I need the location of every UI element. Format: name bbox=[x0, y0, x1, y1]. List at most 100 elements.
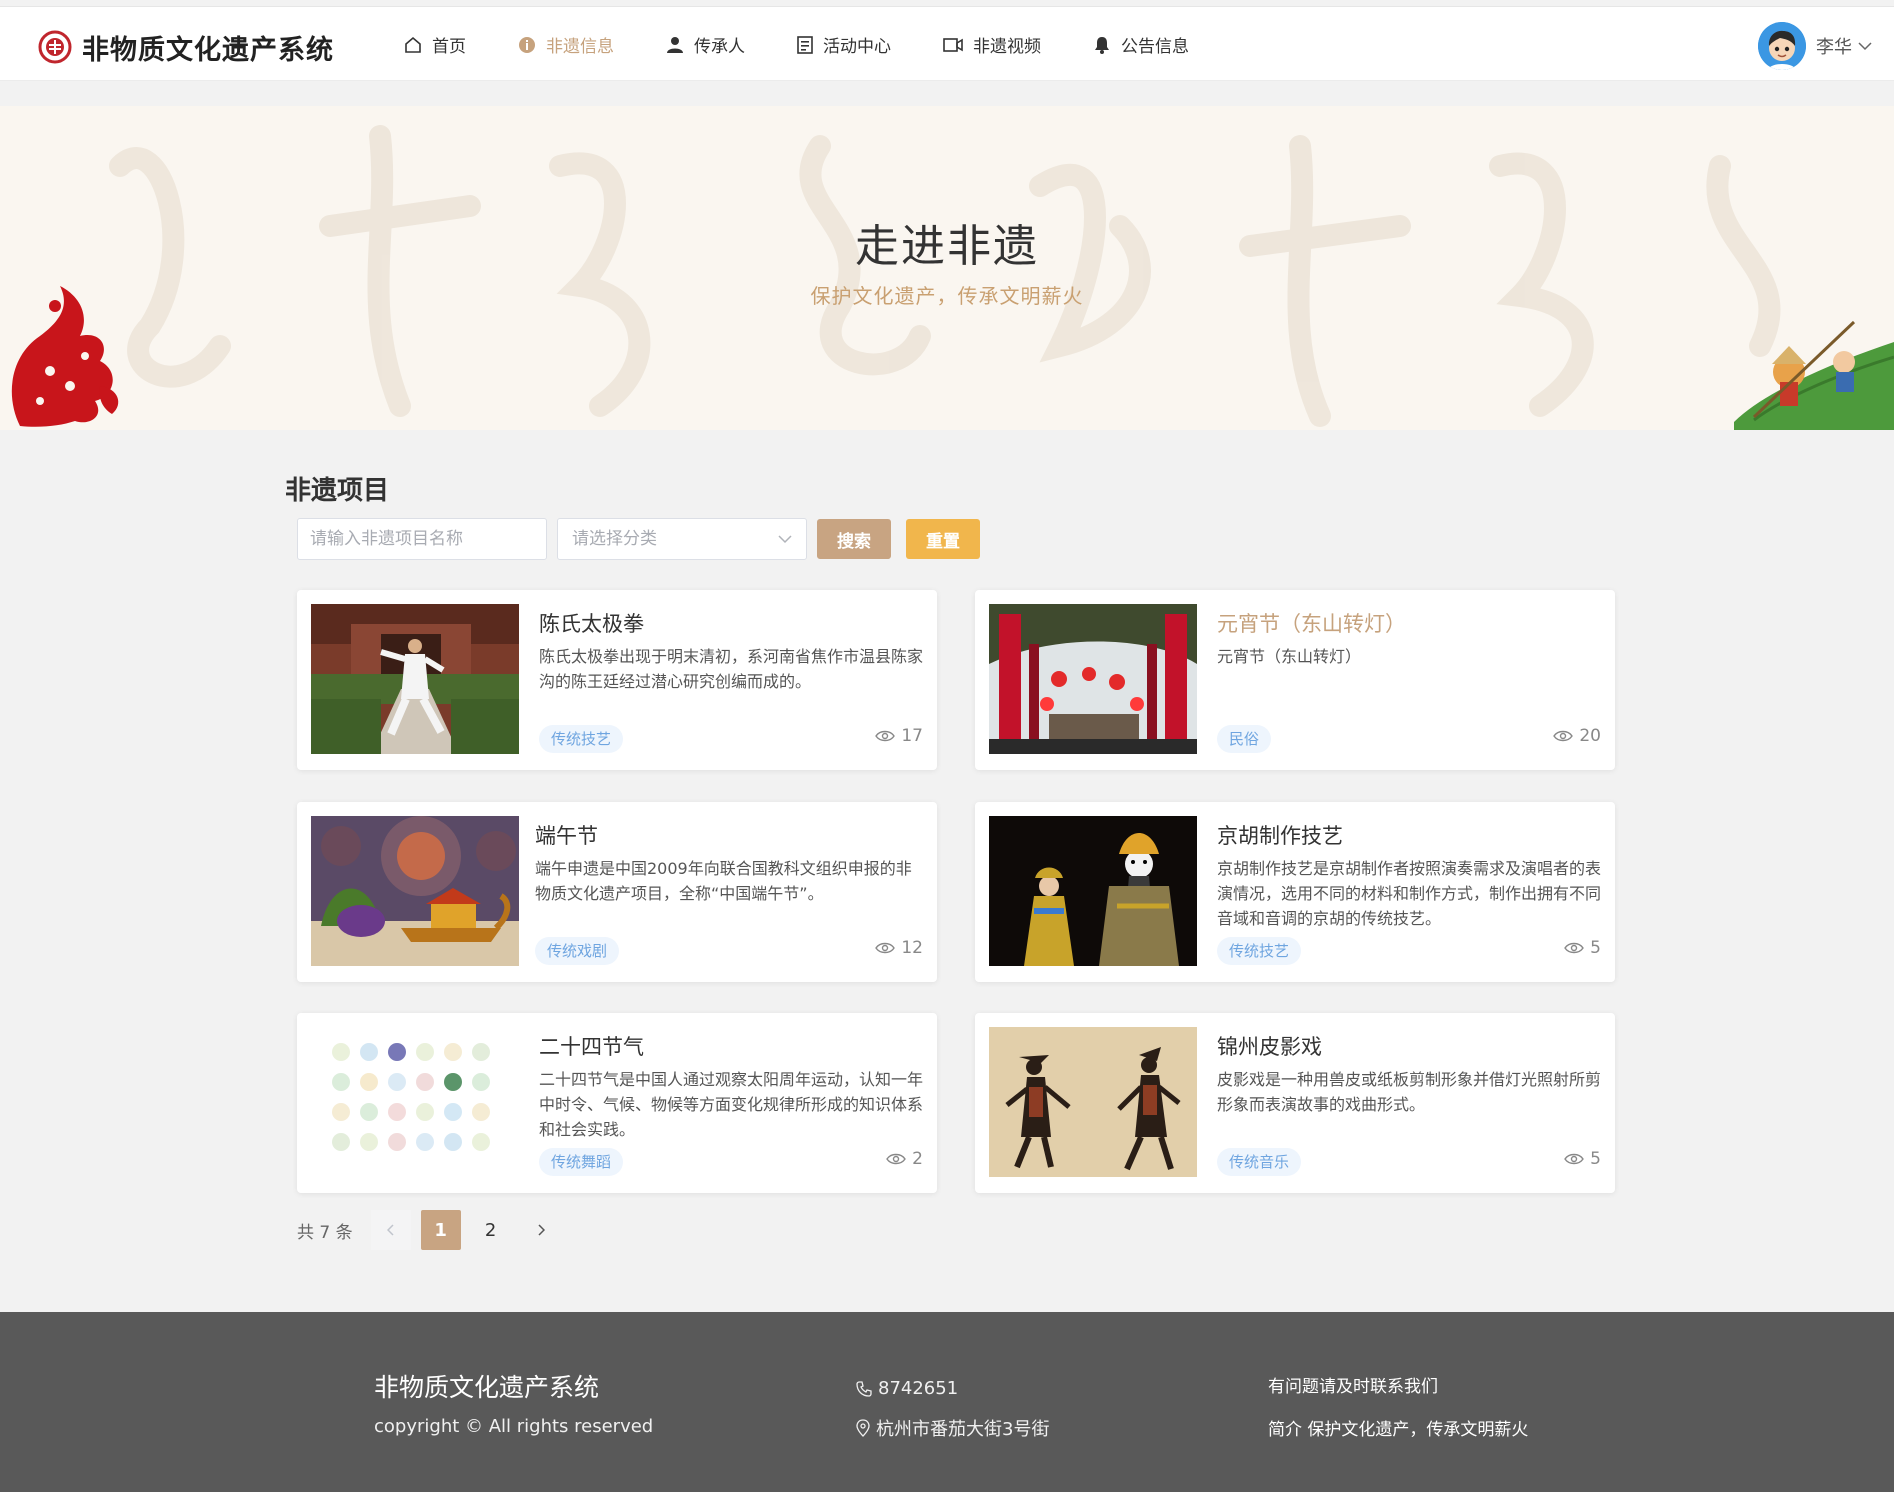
project-card[interactable]: 元宵节（东山转灯） 元宵节（东山转灯） 民俗 20 bbox=[975, 590, 1615, 770]
chevron-right-icon bbox=[538, 1224, 545, 1236]
view-count-value: 2 bbox=[912, 1149, 923, 1169]
project-card[interactable]: 锦州皮影戏 皮影戏是一种用兽皮或纸板剪制形象并借灯光照射所剪形象而表演故事的戏曲… bbox=[975, 1013, 1615, 1193]
bell-icon bbox=[1095, 36, 1109, 54]
footer-address-row: 杭州市番茄大街3号街 bbox=[856, 1415, 1049, 1441]
project-title[interactable]: 元宵节（东山转灯） bbox=[1217, 608, 1406, 638]
view-count: 5 bbox=[1564, 1149, 1601, 1169]
main-nav: 首页 非遗信息 传承人 活动中心 非遗视频 公告信息 bbox=[404, 7, 1241, 82]
page-number-2[interactable]: 2 bbox=[471, 1210, 511, 1250]
category-tag: 传统技艺 bbox=[1217, 937, 1302, 965]
view-count-value: 12 bbox=[901, 938, 923, 958]
project-thumbnail-taichi[interactable] bbox=[311, 604, 519, 754]
location-icon bbox=[856, 1419, 870, 1437]
project-title[interactable]: 端午节 bbox=[535, 820, 598, 850]
app-logo[interactable]: 非物质文化遗产系统 bbox=[38, 27, 334, 67]
footer-phone: 8742651 bbox=[878, 1378, 959, 1399]
project-card[interactable]: 端午节 端午申遗是中国2009年向联合国教科文组织申报的非物质文化遗产项目，全称… bbox=[297, 802, 937, 982]
dragon-boat-icon bbox=[1734, 320, 1894, 430]
footer-copyright: copyright © All rights reserved bbox=[374, 1416, 654, 1437]
pagination: 共 7 条 1 2 bbox=[297, 1210, 571, 1250]
top-navbar: 非物质文化遗产系统 首页 非遗信息 传承人 活动中心 非遗视频 公告信息 李华 bbox=[0, 6, 1894, 81]
footer-about: 有问题请及时联系我们 简介 保护文化遗产，传承文明薪火 bbox=[1268, 1372, 1528, 1440]
project-thumbnail-dragon-boat[interactable] bbox=[311, 816, 519, 966]
eye-icon bbox=[1553, 730, 1574, 742]
info-icon bbox=[519, 36, 535, 53]
document-icon bbox=[797, 35, 813, 54]
nav-label-info: 非遗信息 bbox=[546, 37, 614, 57]
view-count-value: 5 bbox=[1590, 1149, 1601, 1169]
eye-icon bbox=[875, 730, 896, 742]
nav-item-inheritor[interactable]: 传承人 bbox=[666, 32, 745, 57]
section-title: 非遗项目 bbox=[285, 476, 390, 506]
chevron-down-icon bbox=[1858, 42, 1872, 51]
footer-intro: 简介 保护文化遗产，传承文明薪火 bbox=[1268, 1420, 1529, 1440]
view-count-value: 20 bbox=[1579, 726, 1601, 746]
project-title[interactable]: 锦州皮影戏 bbox=[1217, 1031, 1322, 1061]
eye-icon bbox=[886, 1153, 907, 1165]
category-select[interactable]: 请选择分类 bbox=[557, 518, 807, 560]
footer-address: 杭州市番茄大街3号街 bbox=[876, 1419, 1050, 1440]
view-count: 12 bbox=[875, 938, 923, 958]
user-icon bbox=[667, 36, 683, 53]
project-description: 元宵节（东山转灯） bbox=[1217, 647, 1362, 666]
page-number-1[interactable]: 1 bbox=[420, 1210, 461, 1250]
nav-item-activity[interactable]: 活动中心 bbox=[797, 32, 891, 57]
eye-icon bbox=[875, 942, 896, 954]
view-count: 2 bbox=[886, 1149, 923, 1169]
nav-label-notice: 公告信息 bbox=[1121, 37, 1189, 57]
user-menu[interactable]: 李华 bbox=[1758, 21, 1872, 71]
nav-label-inheritor: 传承人 bbox=[694, 37, 745, 57]
project-card[interactable]: 陈氏太极拳 陈氏太极拳出现于明末清初，系河南省焦作市温县陈家沟的陈王廷经过潜心研… bbox=[297, 590, 937, 770]
nav-label-video: 非遗视频 bbox=[973, 37, 1041, 57]
reset-button[interactable]: 重置 bbox=[906, 519, 980, 559]
view-count-value: 17 bbox=[901, 726, 923, 746]
view-count: 5 bbox=[1564, 938, 1601, 958]
category-select-placeholder: 请选择分类 bbox=[572, 529, 657, 549]
project-title[interactable]: 京胡制作技艺 bbox=[1217, 820, 1343, 850]
nav-item-info[interactable]: 非遗信息 bbox=[518, 32, 614, 57]
video-icon bbox=[943, 37, 963, 52]
category-tag: 传统音乐 bbox=[1217, 1148, 1302, 1176]
next-page-button[interactable] bbox=[521, 1210, 561, 1250]
project-title[interactable]: 陈氏太极拳 bbox=[539, 608, 644, 638]
project-description: 京胡制作技艺是京胡制作者按照演奏需求及演唱者的表演情况，选用不同的材料和制作方式… bbox=[1217, 859, 1602, 928]
category-tag: 传统技艺 bbox=[539, 725, 624, 753]
category-tag: 传统舞蹈 bbox=[539, 1148, 624, 1176]
category-tag: 民俗 bbox=[1217, 725, 1272, 753]
project-thumbnail-shadow-puppet[interactable] bbox=[989, 1027, 1197, 1177]
view-count: 17 bbox=[875, 726, 923, 746]
nav-label-home: 首页 bbox=[432, 37, 466, 57]
banner-subtitle: 保护文化遗产，传承文明薪火 bbox=[810, 284, 1084, 308]
project-description: 二十四节气是中国人通过观察太阳周年运动，认知一年中时令、气候、物候等方面变化规律… bbox=[539, 1070, 924, 1139]
dragon-papercut-icon bbox=[11, 286, 119, 427]
project-description: 端午申遗是中国2009年向联合国教科文组织申报的非物质文化遗产项目，全称“中国端… bbox=[535, 859, 912, 903]
logo-icon bbox=[38, 30, 72, 64]
prev-page-button[interactable] bbox=[370, 1210, 411, 1250]
phone-icon bbox=[856, 1380, 872, 1397]
nav-item-home[interactable]: 首页 bbox=[404, 32, 466, 57]
footer-title: 非物质文化遗产系统 bbox=[374, 1373, 600, 1402]
search-button[interactable]: 搜索 bbox=[817, 519, 891, 559]
footer-phone-row: 8742651 bbox=[856, 1378, 1049, 1399]
project-thumbnail-solar-terms[interactable] bbox=[311, 1027, 519, 1177]
project-card[interactable]: 二十四节气 二十四节气是中国人通过观察太阳周年运动，认知一年中时令、气候、物候等… bbox=[297, 1013, 937, 1193]
project-thumbnail-lantern[interactable] bbox=[989, 604, 1197, 754]
home-icon bbox=[405, 36, 421, 53]
project-title[interactable]: 二十四节气 bbox=[539, 1031, 644, 1061]
project-card[interactable]: 京胡制作技艺 京胡制作技艺是京胡制作者按照演奏需求及演唱者的表演情况，选用不同的… bbox=[975, 802, 1615, 982]
user-name: 李华 bbox=[1816, 37, 1852, 58]
banner-title: 走进非遗 bbox=[855, 221, 1039, 272]
chevron-left-icon bbox=[386, 1224, 394, 1236]
view-count-value: 5 bbox=[1590, 938, 1601, 958]
project-name-input[interactable]: 请输入非遗项目名称 bbox=[297, 518, 547, 560]
nav-item-video[interactable]: 非遗视频 bbox=[943, 32, 1041, 57]
avatar bbox=[1758, 22, 1806, 70]
app-title: 非物质文化遗产系统 bbox=[82, 34, 334, 66]
footer: 非物质文化遗产系统 copyright © All rights reserve… bbox=[0, 1312, 1894, 1492]
eye-icon bbox=[1564, 942, 1585, 954]
nav-item-notice[interactable]: 公告信息 bbox=[1093, 32, 1189, 57]
filter-bar: 请输入非遗项目名称 请选择分类 搜索 重置 bbox=[297, 518, 980, 560]
category-tag: 传统戏剧 bbox=[535, 937, 620, 965]
pagination-total: 共 7 条 bbox=[297, 1222, 353, 1243]
project-thumbnail-peking-opera[interactable] bbox=[989, 816, 1197, 966]
